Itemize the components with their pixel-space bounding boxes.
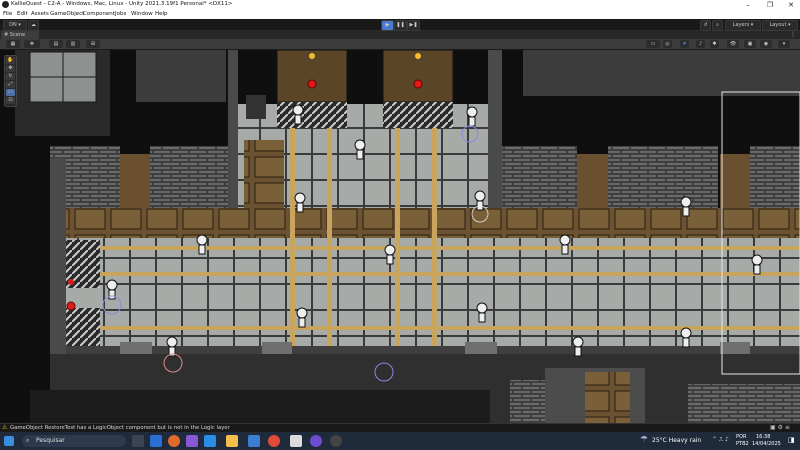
scene-viewport[interactable] xyxy=(0,50,800,423)
transform-tool-icon[interactable]: ⊡ xyxy=(6,97,15,104)
grid-visibility-icon[interactable]: ⊞ xyxy=(86,40,100,48)
audio-toggle-icon[interactable]: ♪ xyxy=(696,40,705,48)
menu-gameobject[interactable]: GameObject xyxy=(50,11,84,17)
camera-settings-icon[interactable]: ▣ xyxy=(744,40,756,48)
search-placeholder: Pesquisar xyxy=(36,437,65,444)
main-toolbar: DN ▾ ☁ ▶ ❚❚ ▶❚ ↺ ⌕ Layers ▾ Layout ▾ xyxy=(0,19,800,31)
edge-icon[interactable] xyxy=(150,435,162,447)
visual-studio-icon[interactable] xyxy=(186,435,198,447)
search-icon: ⌕ xyxy=(26,437,30,444)
language-top[interactable]: POR xyxy=(736,434,746,440)
pivot-icon[interactable]: ✥ xyxy=(24,40,40,48)
minimize-button[interactable]: – xyxy=(738,0,758,10)
menu-jobs[interactable]: Jobs xyxy=(115,11,126,17)
light-toggle-icon[interactable]: ☀ xyxy=(680,40,689,48)
hash-icon: # xyxy=(4,32,9,38)
tab-scene[interactable]: # Scene xyxy=(1,31,39,39)
layout-label: Layout xyxy=(769,22,787,28)
vscode-icon[interactable] xyxy=(204,435,216,447)
2d-toggle-icon[interactable]: ◎ xyxy=(663,40,672,48)
status-tray-icons[interactable]: ▣ ⚙ ≡ xyxy=(770,424,790,431)
close-button[interactable]: ✕ xyxy=(781,0,800,10)
chrome-icon[interactable] xyxy=(268,435,280,447)
snap-increment-icon[interactable]: ▥ xyxy=(66,40,80,48)
tray-icons[interactable]: ⌃ ⎍ ♪ xyxy=(712,436,729,444)
rect-tool-icon[interactable]: ▭ xyxy=(6,89,15,96)
camera-view-icon[interactable]: ▭ xyxy=(646,40,660,48)
maximize-button[interactable]: ❐ xyxy=(760,0,780,10)
account-button[interactable]: DN ▾ xyxy=(3,20,27,31)
move-tool-icon[interactable]: ✥ xyxy=(6,65,15,72)
play-button[interactable]: ▶ xyxy=(381,20,394,31)
warning-icon: ⚠ xyxy=(2,424,8,431)
layout-dropdown[interactable]: Layout ▾ xyxy=(762,20,798,31)
notification-icon[interactable]: ◨ xyxy=(788,436,795,444)
tool-palette: ✋ ✥ ↻ ⤢ ▭ ⊡ xyxy=(4,55,17,107)
grid-snap-icon[interactable]: ▤ xyxy=(49,40,63,48)
window-title: KallieQuest - C2-A - Windows, Mac, Linux… xyxy=(11,1,233,7)
tool-handle-icon[interactable]: ▦ xyxy=(6,40,20,48)
unity-logo-icon xyxy=(2,1,9,8)
start-icon[interactable] xyxy=(4,436,14,446)
pause-button[interactable]: ❚❚ xyxy=(394,20,407,31)
scene-visibility-icon[interactable]: 👁 xyxy=(727,40,739,48)
tab-scene-label: Scene xyxy=(9,32,26,38)
mail-icon[interactable] xyxy=(248,435,260,447)
layers-dropdown[interactable]: Layers ▾ xyxy=(725,20,761,31)
language-bottom[interactable]: PTB2 xyxy=(736,441,749,447)
clock-date[interactable]: 14/04/2025 xyxy=(752,441,781,447)
menu-component[interactable]: Component xyxy=(83,11,115,17)
unity-editor-icon[interactable] xyxy=(330,435,342,447)
cloud-icon[interactable]: ☁ xyxy=(28,20,39,31)
step-button[interactable]: ▶❚ xyxy=(407,20,420,31)
rotate-tool-icon[interactable]: ↻ xyxy=(6,73,15,80)
taskbar-search-box[interactable]: ⌕ Pesquisar xyxy=(22,435,126,447)
app-icon[interactable] xyxy=(310,435,322,447)
account-label: DN xyxy=(9,22,17,28)
layers-label: Layers xyxy=(732,22,750,28)
scale-tool-icon[interactable]: ⤢ xyxy=(6,81,15,88)
status-message[interactable]: GameObject RestoreTest has a LogicObject… xyxy=(10,425,230,431)
windows-taskbar: ⌕ Pesquisar ☂ 25°C Heavy rain ⌃ ⎍ ♪ POR … xyxy=(0,432,800,450)
task-view-icon[interactable] xyxy=(132,435,144,447)
window-titlebar: KallieQuest - C2-A - Windows, Mac, Linux… xyxy=(0,0,800,10)
tab-menu-icon[interactable]: ⋮ xyxy=(790,31,796,38)
fx-toggle-icon[interactable]: ✱ xyxy=(710,40,719,48)
menu-file[interactable]: File xyxy=(3,11,12,17)
weather-icon: ☂ xyxy=(640,435,649,445)
scene-tab-bar: # Scene ⋮ xyxy=(0,31,800,39)
menu-help[interactable]: Help xyxy=(155,11,168,17)
menu-edit[interactable]: Edit xyxy=(17,11,28,17)
menu-assets[interactable]: Assets xyxy=(31,11,49,17)
weather-text[interactable]: 25°C Heavy rain xyxy=(652,437,701,444)
unity-hub-icon[interactable] xyxy=(290,435,302,447)
level-tilemap xyxy=(0,50,800,423)
firefox-icon[interactable] xyxy=(168,435,180,447)
file-explorer-icon[interactable] xyxy=(226,435,238,447)
search-icon[interactable]: ⌕ xyxy=(712,20,723,31)
clock-time[interactable]: 16:38 xyxy=(756,434,770,440)
gizmos-dropdown-icon[interactable]: ▾ xyxy=(778,40,790,48)
menu-window[interactable]: Window xyxy=(131,11,153,17)
hand-tool-icon[interactable]: ✋ xyxy=(6,57,15,64)
gizmos-icon[interactable]: ◉ xyxy=(760,40,772,48)
scene-view-toolbar: ▦ ✥ ▤ ▥ ⊞ ▭ ◎ ☀ ♪ ✱ 👁 ▣ ◉ ▾ xyxy=(0,39,800,50)
history-icon[interactable]: ↺ xyxy=(700,20,711,31)
